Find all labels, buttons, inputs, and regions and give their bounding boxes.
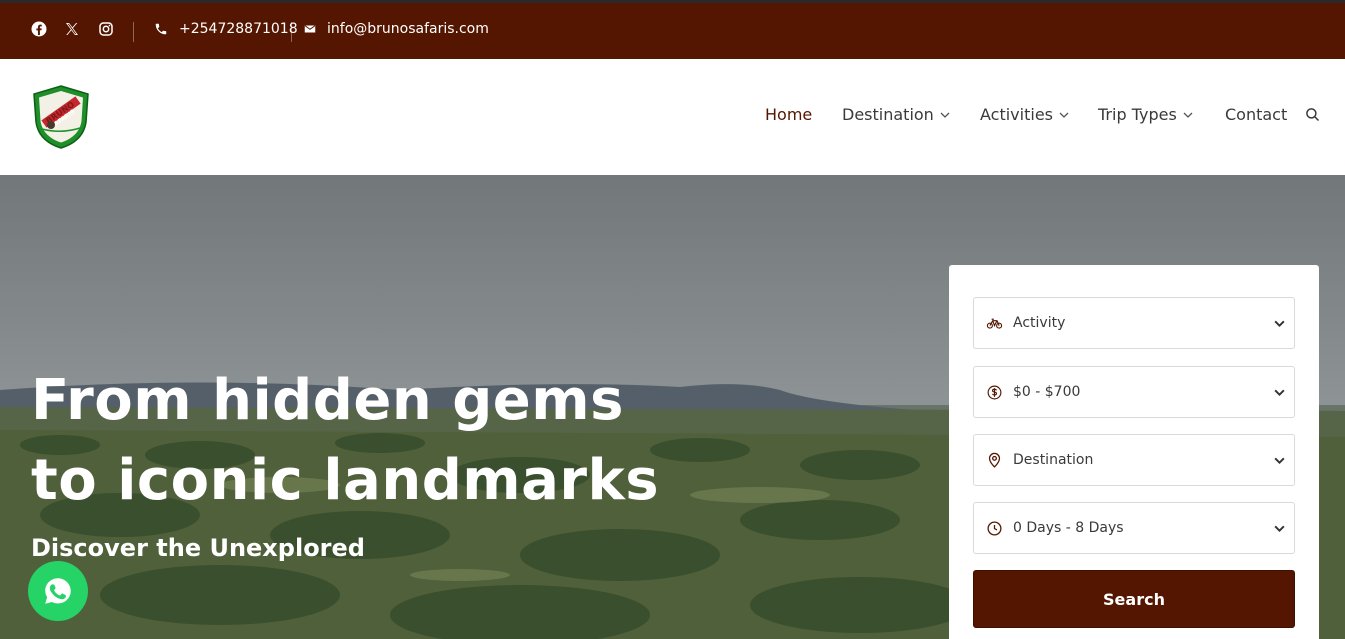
facebook-icon[interactable] [30, 20, 48, 38]
search-button[interactable]: Search [973, 570, 1295, 628]
nav-label: Home [765, 105, 813, 124]
nav-destination[interactable]: Destination [842, 105, 951, 125]
duration-select[interactable]: 0 Days - 8 Days [973, 502, 1295, 554]
instagram-icon[interactable] [97, 20, 115, 38]
divider [133, 22, 134, 42]
map-pin-icon [986, 452, 1003, 469]
whatsapp-icon [45, 578, 71, 604]
whatsapp-chat-button[interactable] [28, 561, 88, 621]
nav-label: Contact [1225, 105, 1288, 124]
chevron-down-icon [1058, 109, 1070, 121]
phone-number[interactable]: +254728871018 [179, 20, 298, 38]
nav-contact[interactable]: Contact [1225, 105, 1287, 125]
hero-subtitle: Discover the Unexplored [31, 534, 365, 562]
hero-title: From hidden gems to iconic landmarks [31, 361, 659, 521]
email-address[interactable]: info@brunosafaris.com [327, 20, 489, 38]
site-logo[interactable]: BRUNO SAFARIS [30, 84, 92, 150]
activity-select[interactable]: Activity [973, 297, 1295, 349]
chevron-down-icon [1182, 109, 1194, 121]
bicycle-icon [986, 315, 1003, 332]
price-range-select[interactable]: $0 - $700 [973, 366, 1295, 418]
destination-select-value: Destination [1013, 452, 1094, 468]
price-range-value: $0 - $700 [1013, 384, 1081, 400]
trip-search-card: Activity $0 - $700 Destination 0 Days - … [949, 265, 1319, 639]
chevron-down-icon [939, 109, 951, 121]
destination-select[interactable]: Destination [973, 434, 1295, 486]
nav-home[interactable]: Home [765, 105, 812, 125]
activity-select-value: Activity [1013, 315, 1066, 331]
chevron-down-icon [1273, 317, 1286, 330]
nav-label: Trip Types [1098, 105, 1177, 124]
nav-activities[interactable]: Activities [980, 105, 1070, 125]
nav-label: Activities [980, 105, 1053, 124]
duration-select-value: 0 Days - 8 Days [1013, 520, 1124, 536]
site-header: BRUNO SAFARIS Home Destination Activitie… [0, 59, 1345, 175]
x-twitter-icon[interactable] [63, 20, 81, 38]
hero-title-line-1: From hidden gems [31, 368, 624, 433]
dollar-icon [986, 384, 1003, 401]
hero-title-line-2: to iconic landmarks [31, 448, 660, 513]
divider [291, 22, 292, 42]
chevron-down-icon [1273, 454, 1286, 467]
top-bar: +254728871018 info@brunosafaris.com [0, 0, 1345, 59]
nav-label: Destination [842, 105, 934, 124]
clock-icon [986, 520, 1003, 537]
chevron-down-icon [1273, 522, 1286, 535]
nav-trip-types[interactable]: Trip Types [1098, 105, 1194, 125]
mail-icon [303, 22, 317, 36]
chevron-down-icon [1273, 386, 1286, 399]
search-icon[interactable] [1305, 107, 1320, 122]
phone-icon [154, 22, 168, 36]
